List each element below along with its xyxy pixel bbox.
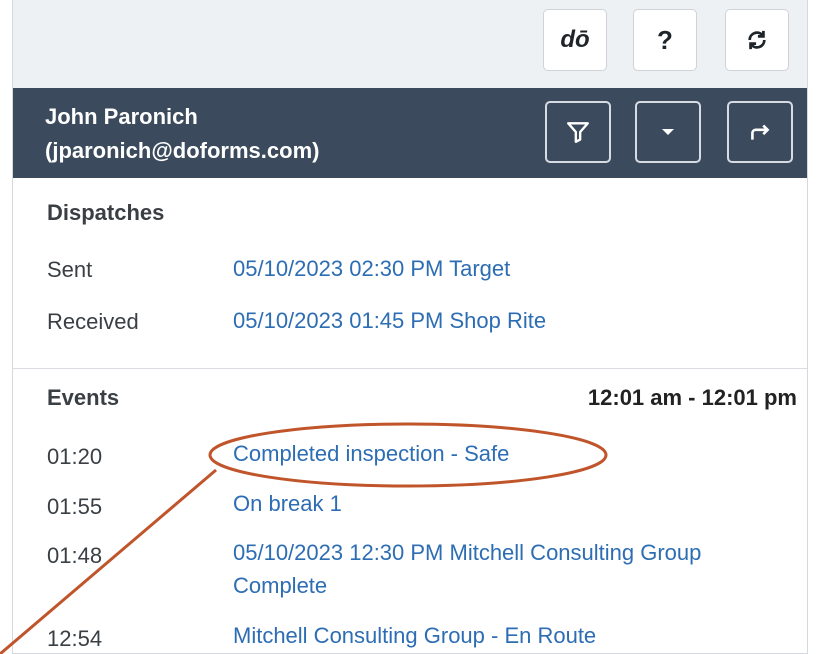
events-time-range: 12:01 am - 12:01 pm [587, 385, 797, 410]
doforms-button[interactable]: dō [543, 9, 607, 71]
top-toolbar: dō ? [13, 0, 807, 88]
user-name: John Paronich [45, 104, 198, 129]
event-time: 01:20 [47, 444, 103, 469]
event-time: 01:48 [47, 543, 103, 568]
refresh-button[interactable] [725, 9, 789, 71]
section-divider [13, 368, 807, 369]
dispatch-received-label: Received [47, 309, 139, 334]
dropdown-icon [662, 129, 674, 135]
user-header: John Paronich (jparonich@doforms.com) [13, 88, 807, 178]
share-button[interactable] [727, 101, 793, 163]
help-button[interactable]: ? [633, 9, 697, 71]
refresh-icon [748, 30, 766, 50]
dispatch-sent-link[interactable]: 05/10/2023 02:30 PM Target [233, 252, 793, 285]
event-link[interactable]: 05/10/2023 12:30 PM Mitchell Consulting … [233, 536, 793, 602]
share-arrow-icon [751, 124, 770, 140]
dispatch-received-link[interactable]: 05/10/2023 01:45 PM Shop Rite [233, 304, 793, 337]
filter-button[interactable] [545, 101, 611, 163]
dispatch-sent-label: Sent [47, 257, 93, 282]
event-link[interactable]: Mitchell Consulting Group - En Route [233, 619, 793, 652]
dropdown-button[interactable] [635, 101, 701, 163]
filter-icon [567, 122, 589, 143]
event-link[interactable]: Completed inspection - Safe [233, 437, 793, 470]
event-time: 01:55 [47, 494, 103, 519]
help-icon: ? [657, 24, 673, 55]
doforms-logo-icon: dō [560, 26, 590, 53]
user-email: (jparonich@doforms.com) [45, 138, 320, 163]
event-link[interactable]: On break 1 [233, 487, 793, 520]
dispatches-title: Dispatches [47, 200, 165, 225]
dispatch-panel: dō ? John Paronich (jparonich@doforms.co… [12, 0, 808, 654]
event-time: 12:54 [47, 626, 103, 651]
events-title: Events [47, 385, 120, 410]
